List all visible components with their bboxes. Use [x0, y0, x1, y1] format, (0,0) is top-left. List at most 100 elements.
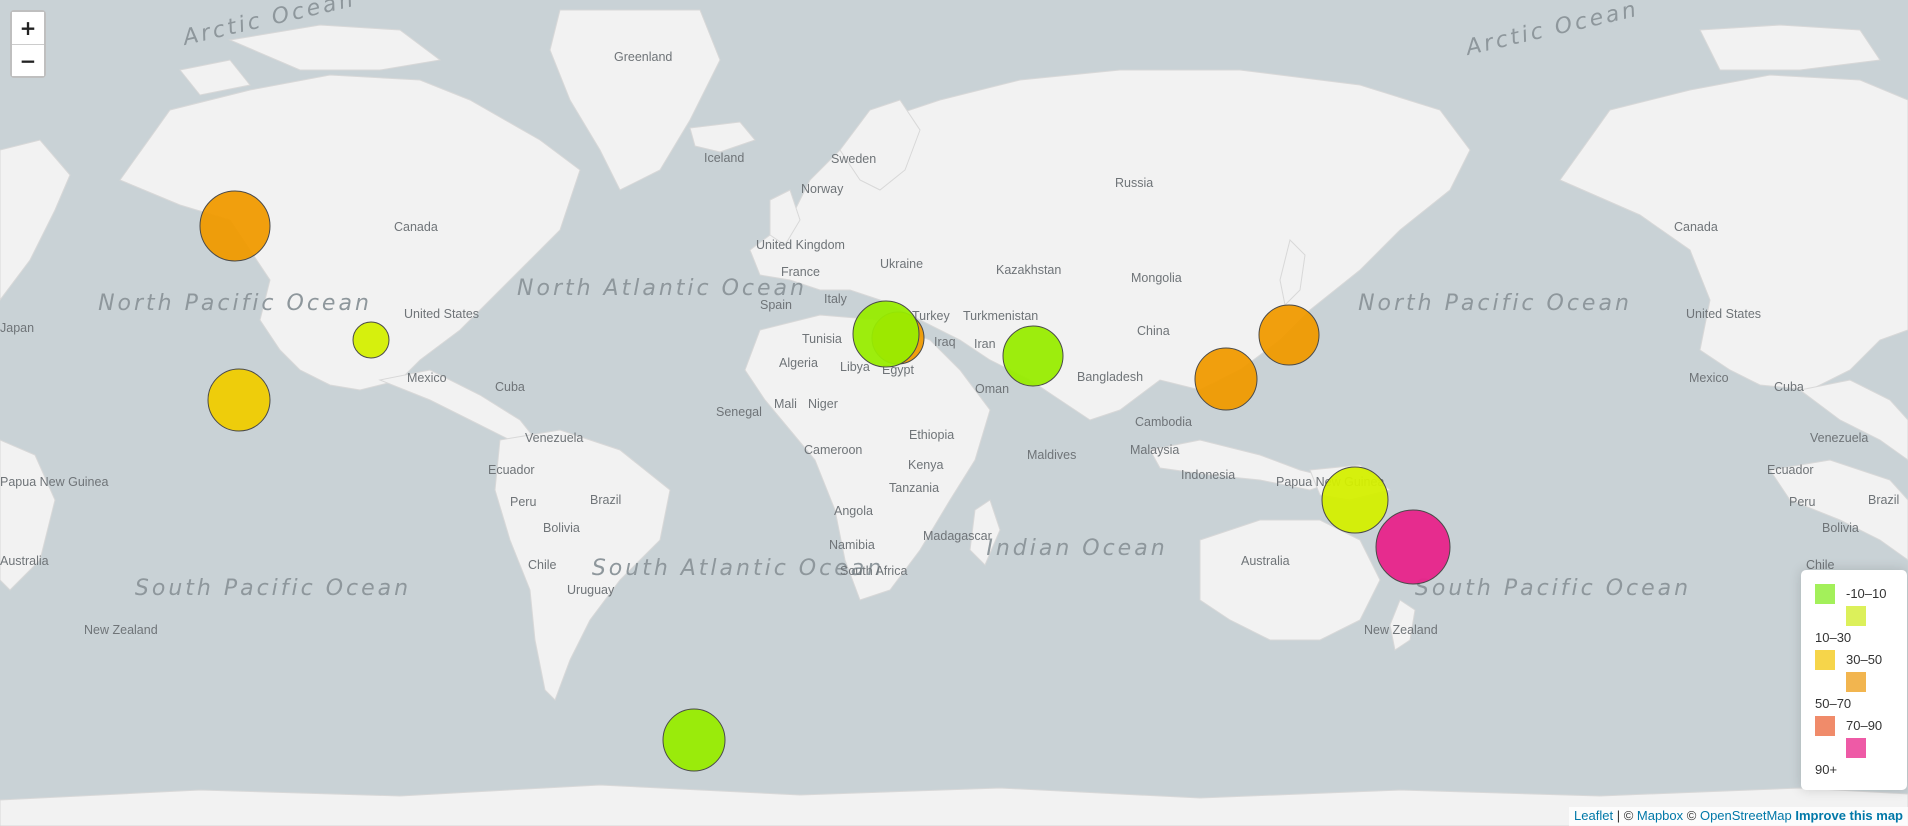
- basemap: Arctic Ocean Arctic Ocean North Pacific …: [0, 0, 1908, 826]
- place-label: Italy: [824, 292, 848, 306]
- place-label: Sweden: [831, 152, 876, 166]
- place-label: Niger: [808, 397, 838, 411]
- place-label: Bangladesh: [1077, 370, 1143, 384]
- svg-text:South Pacific Ocean: South Pacific Ocean: [135, 576, 411, 601]
- place-label: Iraq: [934, 335, 956, 349]
- earthquake-marker-alaska[interactable]: [199, 190, 271, 262]
- place-label: Venezuela: [525, 431, 583, 445]
- place-label: United Kingdom: [756, 238, 845, 252]
- place-label: Iceland: [704, 151, 744, 165]
- place-label: Russia: [1115, 176, 1153, 190]
- place-label: Australia: [0, 554, 49, 568]
- place-label: China: [1137, 324, 1170, 338]
- place-label: Japan: [0, 321, 34, 335]
- earthquake-marker-papua[interactable]: [1321, 466, 1389, 534]
- improve-map-link[interactable]: Improve this map: [1795, 808, 1903, 823]
- place-label: New Zealand: [84, 623, 158, 637]
- ocean-label-north-pacific-left: North Pacific Ocean: [98, 291, 372, 316]
- place-label: Kenya: [908, 458, 943, 472]
- svg-text:South Pacific Ocean: South Pacific Ocean: [1415, 576, 1691, 601]
- legend-swatch-1: [1846, 606, 1866, 626]
- place-label: Chile: [528, 558, 557, 572]
- place-label: Brazil: [590, 493, 621, 507]
- place-label: Indonesia: [1181, 468, 1235, 482]
- place-label: Cambodia: [1135, 415, 1192, 429]
- place-label: Algeria: [779, 356, 818, 370]
- place-label: New Zealand: [1364, 623, 1438, 637]
- place-label: United States: [404, 307, 479, 321]
- earthquake-marker-vanuatu[interactable]: [1375, 509, 1451, 585]
- zoom-in-button[interactable]: +: [12, 12, 44, 44]
- svg-text:North Pacific Ocean: North Pacific Ocean: [98, 291, 372, 316]
- legend-label-4: 70–90: [1846, 718, 1883, 733]
- place-label: Canada: [1674, 220, 1718, 234]
- place-label: Mali: [774, 397, 797, 411]
- place-label: Tunisia: [802, 332, 842, 346]
- earthquake-marker-south-atlantic[interactable]: [662, 708, 726, 772]
- place-label: Ukraine: [880, 257, 923, 271]
- legend-swatch-5: [1846, 738, 1866, 758]
- place-label: Turkmenistan: [963, 309, 1038, 323]
- legend-swatch-3: [1846, 672, 1866, 692]
- earthquake-marker-pakistan[interactable]: [1002, 325, 1064, 387]
- place-label: Greenland: [614, 50, 672, 64]
- place-label: Iran: [974, 337, 996, 351]
- ocean-label-north-pacific-right: North Pacific Ocean: [1358, 291, 1632, 316]
- place-label: Mexico: [407, 371, 447, 385]
- mapbox-link[interactable]: Mapbox: [1637, 808, 1683, 823]
- place-label: Libya: [840, 360, 870, 374]
- place-label: Kazakhstan: [996, 263, 1061, 277]
- place-label: Peru: [510, 495, 536, 509]
- legend-swatch-0: [1815, 584, 1835, 604]
- place-label: Mexico: [1689, 371, 1729, 385]
- earthquake-marker-philippines[interactable]: [1194, 347, 1258, 411]
- earthquake-marker-hawaii[interactable]: [207, 368, 271, 432]
- place-label: Tanzania: [889, 481, 939, 495]
- place-label: Angola: [834, 504, 873, 518]
- place-label: Bolivia: [543, 521, 580, 535]
- legend-label-1: 10–30: [1815, 630, 1852, 645]
- zoom-control: + −: [10, 10, 46, 78]
- map-container[interactable]: Arctic Ocean Arctic Ocean North Pacific …: [0, 0, 1908, 826]
- zoom-out-button[interactable]: −: [12, 44, 44, 76]
- earthquake-marker-japan[interactable]: [1258, 304, 1320, 366]
- earthquake-marker-california[interactable]: [352, 321, 390, 359]
- earthquake-marker-mediterranean-green[interactable]: [852, 300, 920, 368]
- place-label: Uruguay: [567, 583, 615, 597]
- svg-text:Indian Ocean: Indian Ocean: [986, 536, 1167, 561]
- place-label: Namibia: [829, 538, 875, 552]
- openstreetmap-link[interactable]: OpenStreetMap: [1700, 808, 1792, 823]
- place-label: Malaysia: [1130, 443, 1179, 457]
- place-label: Cuba: [1774, 380, 1804, 394]
- place-label: Canada: [394, 220, 438, 234]
- legend-swatch-4: [1815, 716, 1835, 736]
- depth-legend: -10–10 10–30 30–50 50–70 70–90 90+: [1801, 570, 1907, 790]
- place-label: Australia: [1241, 554, 1290, 568]
- legend-label-3: 50–70: [1815, 696, 1852, 711]
- place-label: Peru: [1789, 495, 1815, 509]
- place-label: Cameroon: [804, 443, 862, 457]
- place-label: France: [781, 265, 820, 279]
- ocean-label-south-pacific-right: South Pacific Ocean: [1415, 576, 1691, 601]
- ocean-label-south-pacific-left: South Pacific Ocean: [135, 576, 411, 601]
- place-label: Maldives: [1027, 448, 1076, 462]
- leaflet-link[interactable]: Leaflet: [1574, 808, 1613, 823]
- svg-text:North Pacific Ocean: North Pacific Ocean: [1358, 291, 1632, 316]
- place-label: Oman: [975, 382, 1009, 396]
- place-label: Mongolia: [1131, 271, 1182, 285]
- place-label: Norway: [801, 182, 844, 196]
- place-label: Venezuela: [1810, 431, 1868, 445]
- attribution-separator: ©: [1683, 808, 1700, 823]
- legend-swatch-2: [1815, 650, 1835, 670]
- legend-label-5: 90+: [1815, 762, 1838, 777]
- place-label: Madagascar: [923, 529, 992, 543]
- place-label: South Africa: [840, 564, 907, 578]
- place-label: Ecuador: [1767, 463, 1814, 477]
- place-label: Brazil: [1868, 493, 1899, 507]
- place-label: Papua New Guinea: [0, 475, 108, 489]
- legend-label-0: -10–10: [1846, 586, 1887, 601]
- place-label: United States: [1686, 307, 1761, 321]
- place-label: Spain: [760, 298, 792, 312]
- legend-label-2: 30–50: [1846, 652, 1883, 667]
- place-label: Bolivia: [1822, 521, 1859, 535]
